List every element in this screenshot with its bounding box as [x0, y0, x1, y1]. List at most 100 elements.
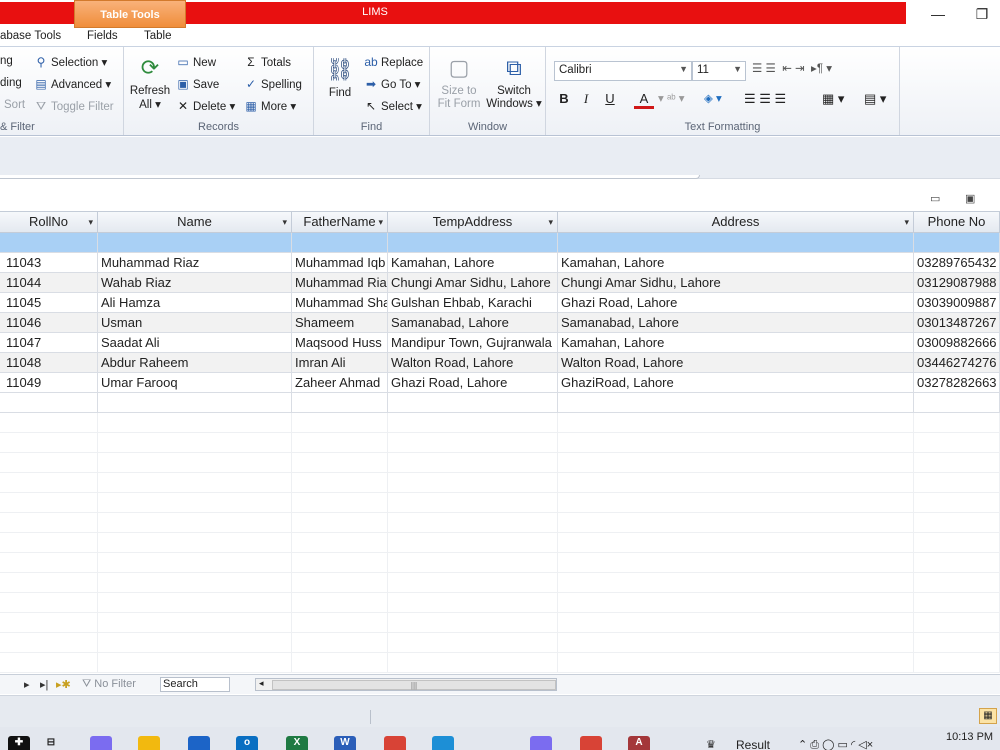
tab-fields[interactable]: Fields	[87, 30, 118, 42]
word-icon[interactable]: W	[334, 736, 356, 750]
table-cell[interactable]: 03013487267	[914, 313, 1000, 333]
table-cell[interactable]: Maqsood Huss	[292, 333, 388, 353]
table-cell[interactable]: Chungi Amar Sidhu, Lahore	[388, 273, 558, 293]
table-cell[interactable]: Walton Road, Lahore	[558, 353, 914, 373]
table-cell[interactable]: Abdur Raheem	[98, 353, 292, 373]
table-cell[interactable]: Ghazi Road, Lahore	[558, 293, 914, 313]
excel-icon[interactable]: X	[286, 736, 308, 750]
table-cell[interactable]	[914, 233, 1000, 253]
table-row-selected[interactable]	[0, 233, 1000, 253]
column-header-rollno[interactable]: RollNo ▾	[0, 211, 98, 233]
scroll-left-icon[interactable]: ◂	[259, 678, 264, 689]
selection-button[interactable]: ⚲ Selection ▾	[34, 55, 108, 69]
table-cell[interactable]: Umar Farooq	[98, 373, 292, 393]
column-dropdown-icon[interactable]: ▾	[378, 212, 383, 232]
chrome-profile-icon[interactable]	[580, 736, 602, 750]
gridlines-button[interactable]: ▦ ▾	[822, 91, 844, 107]
totals-button[interactable]: Σ Totals	[244, 55, 291, 69]
last-record-icon[interactable]: ▸|	[40, 678, 48, 691]
copilot-icon[interactable]	[90, 736, 112, 750]
no-filter-indicator[interactable]: ⛛ No Filter	[82, 678, 136, 691]
alternate-row-color-button[interactable]: ▤ ▾	[864, 91, 886, 107]
table-cell[interactable]	[558, 233, 914, 253]
copilot-app-icon[interactable]	[530, 736, 552, 750]
refresh-all-button[interactable]: ⟳ Refresh All ▾	[128, 53, 172, 111]
font-color-button[interactable]: A	[634, 91, 654, 109]
font-name-combo[interactable]: Calibri ▼	[554, 61, 692, 81]
table-cell[interactable]: Muhammad Ria	[292, 273, 388, 293]
size-to-fit-form-button[interactable]: ▢ Size to Fit Form	[434, 53, 484, 111]
table-cell[interactable]: Kamahan, Lahore	[558, 253, 914, 273]
access-icon[interactable]: A	[628, 736, 650, 750]
table-cell[interactable]	[0, 393, 98, 413]
column-dropdown-icon[interactable]: ▾	[548, 212, 553, 232]
table-row[interactable]: 11047 Saadat Ali Maqsood Huss Mandipur Town…	[0, 333, 1000, 353]
table-cell[interactable]	[558, 393, 914, 413]
start-icon[interactable]: ✚	[8, 736, 30, 750]
table-cell[interactable]: Wahab Riaz	[98, 273, 292, 293]
table-cell[interactable]: 03446274276	[914, 353, 1000, 373]
more-button[interactable]: ▦ More ▾	[244, 99, 296, 113]
doc-minimize-icon[interactable]: ▭	[930, 192, 940, 205]
outlook-icon[interactable]: o	[236, 736, 258, 750]
table-row[interactable]: 11043 Muhammad Riaz Muhammad Iqb Kamahan, L…	[0, 253, 1000, 273]
datasheet-view-icon[interactable]: ▦	[979, 708, 997, 724]
minimize-button[interactable]: —	[918, 4, 958, 26]
table-cell[interactable]: Samanabad, Lahore	[388, 313, 558, 333]
align-buttons[interactable]: ☰ ☰ ☰	[744, 91, 786, 107]
column-header-address[interactable]: Address ▾	[558, 211, 914, 233]
column-header-phone-no[interactable]: Phone No	[914, 211, 1000, 233]
column-dropdown-icon[interactable]: ▾	[904, 212, 909, 232]
go-to-button[interactable]: ➡ Go To ▾	[364, 77, 420, 91]
table-cell[interactable]: Shameem	[292, 313, 388, 333]
table-cell[interactable]: 03129087988	[914, 273, 1000, 293]
column-header-fathername[interactable]: FatherName ▾	[292, 211, 388, 233]
column-dropdown-icon[interactable]: ▾	[88, 212, 93, 232]
table-cell[interactable]: Muhammad Sha	[292, 293, 388, 313]
table-cell[interactable]: Kamahan, Lahore	[388, 253, 558, 273]
table-row-new[interactable]	[0, 393, 1000, 413]
table-cell[interactable]: Walton Road, Lahore	[388, 353, 558, 373]
spelling-button[interactable]: ✓ Spelling	[244, 77, 302, 91]
table-cell[interactable]	[98, 233, 292, 253]
table-row[interactable]: 11049 Umar Farooq Zaheer Ahmad Ghazi Road, …	[0, 373, 1000, 393]
bullet-list-buttons[interactable]: ☰ ☰ ⇤ ⇥ ▸¶ ▾	[752, 61, 832, 75]
advanced-button[interactable]: ▤ Advanced ▾	[34, 77, 111, 91]
table-cell[interactable]: Kamahan, Lahore	[558, 333, 914, 353]
tray-icons[interactable]: ⌃ ⎙ ◯ ▭ ◜ ◁×	[798, 738, 873, 750]
table-cell[interactable]: Mandipur Town, Gujranwala	[388, 333, 558, 353]
table-cell[interactable]: 03289765432	[914, 253, 1000, 273]
table-cell[interactable]: 03009882666	[914, 333, 1000, 353]
column-dropdown-icon[interactable]: ▾	[282, 212, 287, 232]
table-cell[interactable]: 11043	[0, 253, 98, 273]
table-cell[interactable]: 11045	[0, 293, 98, 313]
task-view-icon[interactable]: ⊟	[40, 736, 62, 750]
table-cell[interactable]	[98, 393, 292, 413]
table-cell[interactable]	[0, 233, 98, 253]
highlight-color-icon[interactable]: ▾ ᵃᵇ ▾	[658, 91, 685, 105]
scroll-thumb[interactable]: |||	[272, 680, 556, 690]
horizontal-scrollbar[interactable]: ◂ |||	[255, 678, 557, 691]
table-cell[interactable]: 03039009887	[914, 293, 1000, 313]
select-button[interactable]: ↖ Select ▾	[364, 99, 422, 113]
clock[interactable]: 10:13 PM	[946, 731, 993, 743]
result-label[interactable]: Result	[736, 738, 770, 750]
table-cell[interactable]: Gulshan Ehbab, Karachi	[388, 293, 558, 313]
table-cell[interactable]: 03278282663	[914, 373, 1000, 393]
next-record-icon[interactable]: ▸	[24, 678, 30, 691]
table-cell[interactable]	[914, 393, 1000, 413]
column-header-name[interactable]: Name ▾	[98, 211, 292, 233]
replace-button[interactable]: ab Replace	[364, 55, 423, 69]
tab-table[interactable]: Table	[144, 30, 172, 42]
switch-windows-button[interactable]: ⧉ Switch Windows ▾	[484, 53, 544, 111]
table-row[interactable]: 11046 Usman Shameem Samanabad, Lahore Samana…	[0, 313, 1000, 333]
new-record-button[interactable]: ▭ New	[176, 55, 216, 69]
table-cell[interactable]: Samanabad, Lahore	[558, 313, 914, 333]
table-cell[interactable]	[292, 233, 388, 253]
new-record-nav-icon[interactable]: ▸✱	[56, 678, 71, 691]
table-cell[interactable]: Muhammad Iqb	[292, 253, 388, 273]
search-input[interactable]: Search	[160, 677, 230, 692]
ribbon-item-ascending[interactable]: ng	[0, 55, 13, 67]
find-button[interactable]: ⛓ Find	[322, 55, 358, 99]
table-cell[interactable]	[388, 393, 558, 413]
